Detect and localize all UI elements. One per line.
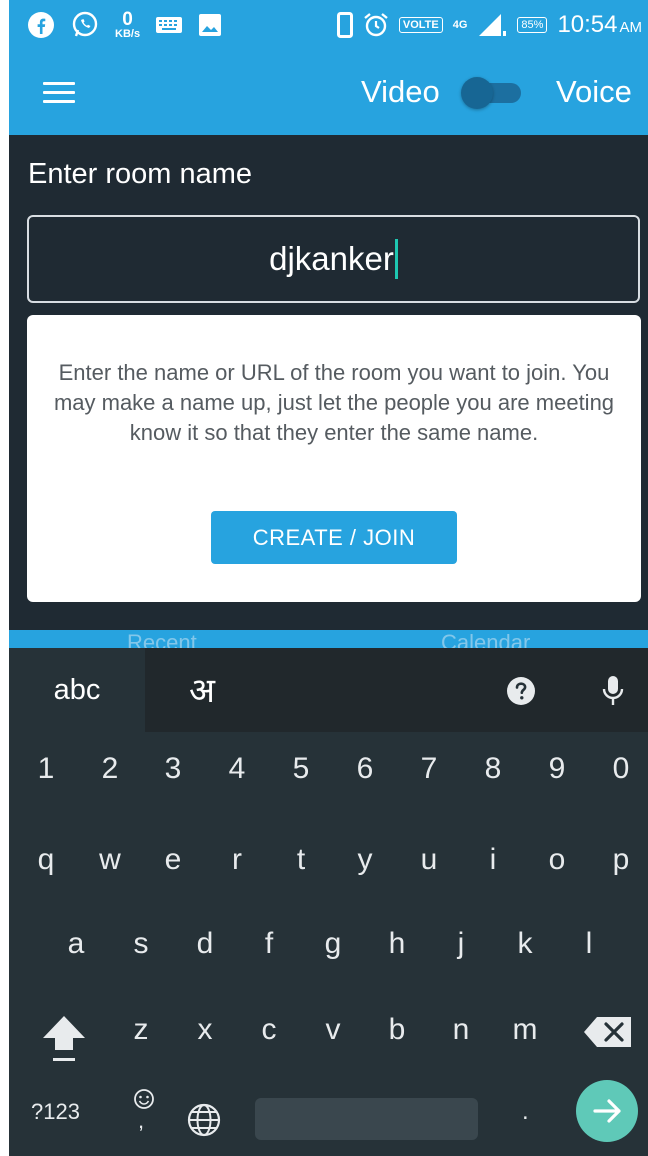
key-b[interactable]: b — [365, 1013, 429, 1047]
clock: 10:54 AM — [557, 11, 642, 39]
space-bar[interactable] — [255, 1098, 478, 1140]
key-r[interactable]: r — [205, 843, 269, 877]
keyboard: abc अ — [9, 648, 648, 1156]
symbols-key[interactable]: ?123 — [31, 1099, 80, 1125]
app-bar: Video Voice — [9, 50, 648, 135]
shift-icon[interactable] — [41, 1012, 87, 1064]
network-speed: 0 KB/s — [115, 10, 140, 40]
keyboard-hindi-button[interactable]: अ — [189, 666, 215, 712]
room-name-label: Enter room name — [28, 158, 253, 190]
status-bar-right: VOLTE 4G 85% 10:54 AM — [336, 0, 642, 50]
keyboard-suggestion-bar: abc अ — [9, 648, 648, 732]
network-speed-unit: KB/s — [115, 28, 141, 40]
help-icon[interactable] — [506, 676, 536, 706]
key-e[interactable]: e — [141, 843, 205, 877]
arrow-right-icon — [593, 1099, 621, 1123]
comma-key[interactable]: , — [138, 1108, 144, 1134]
alarm-icon — [364, 13, 388, 37]
clock-time: 10:54 — [557, 11, 618, 38]
voice-mode-label: Voice — [556, 74, 632, 109]
video-voice-toggle[interactable] — [461, 77, 523, 109]
status-bar-left: 0 KB/s — [27, 0, 222, 50]
key-i[interactable]: i — [461, 843, 525, 877]
video-mode-label: Video — [361, 74, 440, 109]
key-q[interactable]: q — [14, 843, 78, 877]
key-d[interactable]: d — [173, 927, 237, 961]
key-a[interactable]: a — [44, 927, 108, 961]
key-j[interactable]: j — [429, 927, 493, 961]
key-n[interactable]: n — [429, 1013, 493, 1047]
key-k[interactable]: k — [493, 927, 557, 961]
menu-icon[interactable] — [43, 82, 75, 104]
globe-icon[interactable] — [186, 1102, 222, 1138]
gallery-icon — [199, 14, 222, 36]
key-l[interactable]: l — [557, 927, 621, 961]
key-f[interactable]: f — [237, 927, 301, 961]
key-t[interactable]: t — [269, 843, 333, 877]
key-v[interactable]: v — [301, 1013, 365, 1047]
enter-key[interactable] — [576, 1080, 638, 1142]
whatsapp-icon — [72, 11, 98, 37]
key-m[interactable]: m — [493, 1013, 557, 1047]
signal-icon — [479, 14, 507, 36]
key-x[interactable]: x — [173, 1013, 237, 1047]
key-0[interactable]: 0 — [589, 752, 648, 786]
backspace-icon[interactable] — [583, 1016, 633, 1048]
mic-icon[interactable] — [601, 674, 625, 708]
key-s[interactable]: s — [109, 927, 173, 961]
keyboard-abc-button[interactable]: abc — [9, 648, 145, 732]
key-y[interactable]: y — [333, 843, 397, 877]
phone-icon — [336, 12, 353, 38]
help-card: Enter the name or URL of the room you wa… — [27, 315, 641, 602]
key-8[interactable]: 8 — [461, 752, 525, 786]
text-caret — [394, 239, 398, 279]
room-name-value: djkanker — [269, 240, 394, 277]
network-type: 4G — [452, 18, 468, 31]
clock-ampm: AM — [619, 19, 643, 36]
room-name-input[interactable]: djkanker — [27, 215, 640, 303]
key-6[interactable]: 6 — [333, 752, 397, 786]
toggle-thumb — [461, 77, 493, 109]
key-h[interactable]: h — [365, 927, 429, 961]
keyboard-icon — [156, 17, 183, 33]
facebook-icon — [28, 12, 54, 38]
network-speed-value: 0 — [122, 9, 133, 30]
key-g[interactable]: g — [301, 927, 365, 961]
key-9[interactable]: 9 — [525, 752, 589, 786]
status-bar: 0 KB/s VOLTE 4G 85% 10:54 AM — [9, 0, 648, 50]
volte-badge: VOLTE — [398, 17, 443, 33]
key-o[interactable]: o — [525, 843, 589, 877]
key-z[interactable]: z — [109, 1013, 173, 1047]
key-1[interactable]: 1 — [14, 752, 78, 786]
key-5[interactable]: 5 — [269, 752, 333, 786]
key-c[interactable]: c — [237, 1013, 301, 1047]
key-4[interactable]: 4 — [205, 752, 269, 786]
battery-indicator: 85% — [517, 17, 548, 33]
key-u[interactable]: u — [397, 843, 461, 877]
key-3[interactable]: 3 — [141, 752, 205, 786]
phone-screen: 0 KB/s VOLTE 4G 85% 10:54 AM Video Voice… — [9, 0, 648, 1156]
key-2[interactable]: 2 — [78, 752, 142, 786]
key-p[interactable]: p — [589, 843, 648, 877]
period-key[interactable]: . — [522, 1098, 529, 1126]
emoji-icon[interactable] — [133, 1088, 155, 1110]
help-text: Enter the name or URL of the room you wa… — [53, 360, 615, 445]
create-join-button[interactable]: CREATE / JOIN — [211, 511, 457, 564]
key-w[interactable]: w — [78, 843, 142, 877]
key-7[interactable]: 7 — [397, 752, 461, 786]
